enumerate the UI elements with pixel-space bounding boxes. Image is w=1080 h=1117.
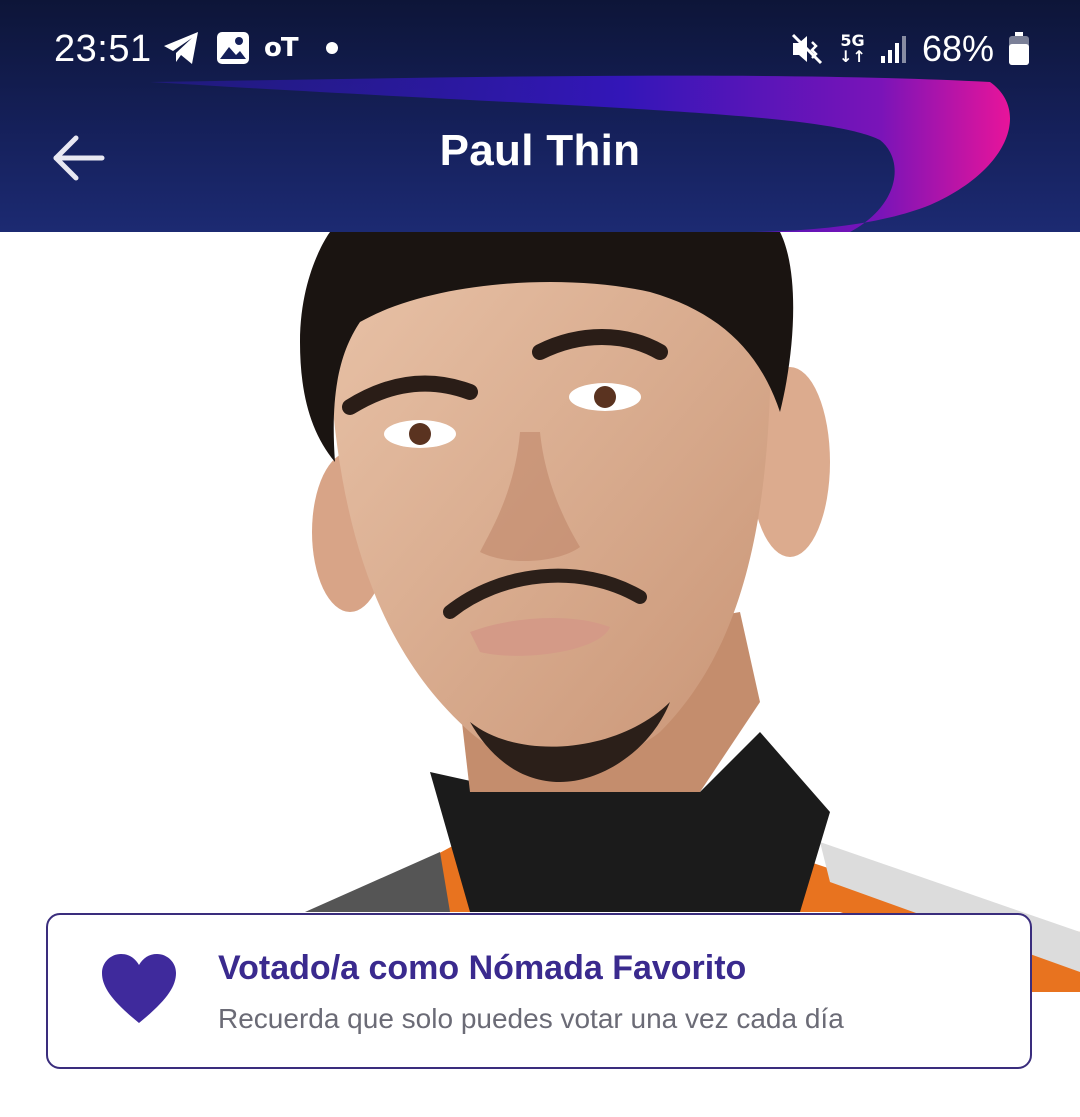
vote-subtitle: Recuerda que solo puedes votar una vez c…	[218, 1003, 844, 1034]
battery-percent: 68%	[921, 28, 994, 69]
vote-confirmation-card: Votado/a como Nómada Favorito Recuerda q…	[46, 913, 1032, 1069]
top-app-bar: 23:51 oT 5G ↓↑ 68% Paul Thin	[0, 0, 1080, 232]
vote-title: Votado/a como Nómada Favorito	[218, 949, 747, 987]
telegram-icon	[164, 32, 198, 64]
status-time: 23:51	[54, 28, 152, 70]
ot-app-icon: oT	[264, 33, 299, 63]
status-left-icons: oT	[162, 30, 338, 66]
mute-vibrate-icon	[792, 33, 823, 65]
status-bar: 23:51 oT 5G ↓↑ 68%	[0, 0, 1080, 96]
heart-icon	[102, 954, 176, 1023]
notification-dot-icon	[325, 42, 338, 54]
battery-icon	[1009, 32, 1029, 65]
5g-data-icon: 5G ↓↑	[839, 33, 866, 65]
gallery-icon	[217, 32, 249, 64]
status-right-icons: 5G ↓↑ 68%	[791, 28, 1030, 70]
page-title: Paul Thin	[439, 126, 641, 175]
data-arrows-icon: ↓↑	[839, 47, 866, 66]
page-header: Paul Thin	[0, 96, 1080, 232]
signal-icon	[880, 36, 906, 63]
